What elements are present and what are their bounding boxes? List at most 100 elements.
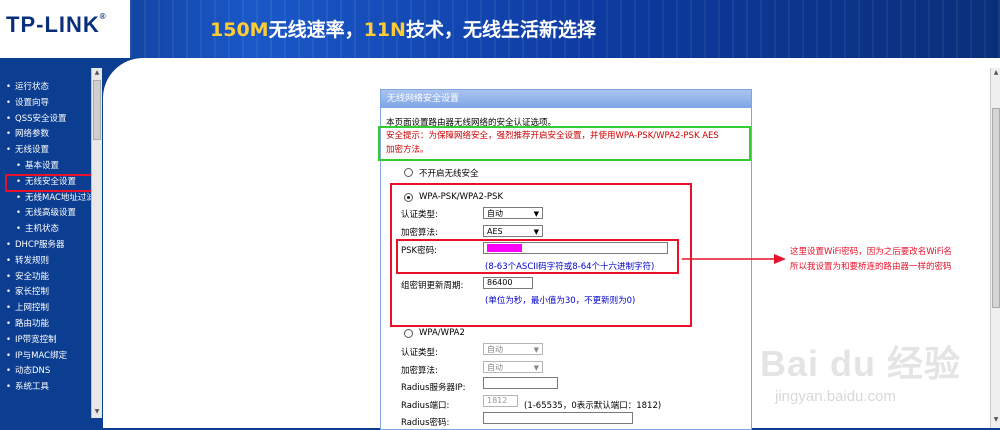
- sidebar-item-label: 无线安全设置: [25, 176, 77, 187]
- sidebar-item-label: 家长控制: [15, 287, 50, 298]
- radio-disable-security[interactable]: [404, 168, 413, 177]
- encryption-2-select[interactable]: 自动 ▼: [483, 361, 543, 373]
- scroll-down-arrow-icon[interactable]: ▼: [93, 408, 101, 416]
- panel-title: 无线网络安全设置: [381, 90, 751, 108]
- sidebar-item-16[interactable]: • IP带宽控制: [6, 333, 94, 349]
- baidu-watermark-url: jingyan.baidu.com: [775, 388, 896, 405]
- sidebar-item-12[interactable]: • 安全功能: [6, 270, 94, 286]
- bullet-icon: •: [6, 82, 12, 92]
- sidebar-item-label: 动态DNS: [15, 366, 51, 377]
- radio-wpa-wpa2[interactable]: [404, 329, 413, 338]
- sidebar-item-label: 上网控制: [15, 303, 50, 314]
- sidebar-item-4[interactable]: • 无线设置: [6, 143, 94, 159]
- baidu-watermark: Bai du 经验: [760, 343, 962, 384]
- auth-type-2-value: 自动: [487, 345, 503, 354]
- sidebar-item-label: 无线MAC地址过滤: [25, 192, 94, 203]
- bullet-icon: •: [6, 366, 12, 377]
- annotation-arrow-icon: [682, 254, 786, 264]
- bullet-icon: •: [16, 176, 22, 187]
- radius-password-input[interactable]: [483, 412, 633, 424]
- sidebar-item-17[interactable]: • IP与MAC绑定: [6, 349, 94, 365]
- radio-wpa-wpa2-label: WPA/WPA2: [419, 328, 465, 338]
- annotation-line-2: 所以我设置为和要桥连的路由器一样的密码: [790, 262, 952, 272]
- sidebar-item-6[interactable]: • 无线安全设置: [5, 173, 95, 192]
- sidebar-item-1[interactable]: • 设置向导: [6, 96, 94, 112]
- bullet-icon: •: [16, 192, 22, 203]
- encryption-2-value: 自动: [487, 363, 503, 372]
- slogan-text-1: 无线速率，: [268, 19, 364, 41]
- scroll-up-arrow-icon[interactable]: ▲: [93, 69, 101, 77]
- sidebar-item-label: 路由功能: [15, 318, 50, 329]
- sidebar-item-13[interactable]: • 家长控制: [6, 285, 94, 301]
- auth-type-2-label: 认证类型:: [401, 348, 438, 358]
- radio-disable-label: 不开启无线安全: [419, 169, 479, 179]
- sidebar-item-label: 无线设置: [15, 145, 50, 156]
- sidebar-item-7[interactable]: • 无线MAC地址过滤: [6, 191, 94, 207]
- bullet-icon: •: [16, 224, 22, 235]
- bullet-icon: •: [6, 271, 12, 282]
- sidebar-item-18[interactable]: • 动态DNS: [6, 364, 94, 380]
- sidebar-item-10[interactable]: • DHCP服务器: [6, 238, 94, 254]
- sidebar-item-label: QSS安全设置: [15, 113, 67, 124]
- radius-port-label: Radius端口:: [401, 401, 450, 411]
- bullet-icon: •: [6, 334, 12, 345]
- logo-area: TP-LINK®: [0, 0, 130, 58]
- sidebar-item-9[interactable]: • 主机状态: [6, 222, 94, 238]
- bullet-icon: •: [16, 160, 22, 171]
- bullet-icon: •: [6, 239, 12, 250]
- psk-password-highlight-box: [396, 239, 679, 274]
- sidebar-scroll-thumb[interactable]: [93, 80, 101, 140]
- bullet-icon: •: [6, 318, 12, 329]
- logo-text: TP-LINK: [6, 12, 100, 37]
- annotation-line-1: 这里设置WiFi密码，因为之后要改名WiFi名: [790, 247, 952, 257]
- top-banner: TP-LINK® 150M无线速率，11N技术，无线生活新选择: [0, 0, 1000, 58]
- sidebar-item-label: 安全功能: [15, 271, 50, 282]
- radius-port-value: 1812: [487, 396, 508, 405]
- sidebar-item-0[interactable]: • 运行状态: [6, 80, 94, 96]
- sidebar-item-8[interactable]: • 无线高级设置: [6, 206, 94, 222]
- chevron-down-icon: ▼: [533, 364, 539, 372]
- tp-link-logo: TP-LINK®: [6, 12, 107, 38]
- bullet-icon: •: [6, 255, 12, 266]
- sidebar-item-5[interactable]: • 基本设置: [6, 159, 94, 175]
- sidebar-item-label: 转发规则: [15, 255, 50, 266]
- sidebar-item-15[interactable]: • 路由功能: [6, 317, 94, 333]
- bullet-icon: •: [6, 350, 12, 361]
- sidebar-item-label: 主机状态: [25, 224, 60, 235]
- slogan-text-2: 技术，无线生活新选择: [405, 19, 596, 41]
- sidebar-item-3[interactable]: • 网络参数: [6, 127, 94, 143]
- radius-port-input[interactable]: 1812: [483, 395, 518, 407]
- main-scrollbar[interactable]: ▲ ▼: [990, 68, 1000, 428]
- sidebar-item-label: 设置向导: [15, 97, 50, 108]
- bullet-icon: •: [6, 287, 12, 298]
- sidebar-item-label: 无线高级设置: [25, 208, 77, 219]
- auth-type-2-select[interactable]: 自动 ▼: [483, 343, 543, 355]
- sidebar-item-11[interactable]: • 转发规则: [6, 254, 94, 270]
- sidebar-scrollbar[interactable]: ▲ ▼: [91, 68, 102, 418]
- radius-port-hint: (1-65535，0表示默认端口：1812): [524, 401, 662, 411]
- bullet-icon: •: [6, 113, 12, 124]
- bullet-icon: •: [6, 97, 12, 108]
- main-scroll-up-arrow-icon[interactable]: ▲: [992, 69, 1000, 76]
- logo-registered-mark: ®: [99, 12, 107, 21]
- sidebar-item-label: 运行状态: [15, 82, 50, 92]
- bullet-icon: •: [6, 145, 12, 156]
- bullet-icon: •: [6, 303, 12, 314]
- main-scroll-down-arrow-icon[interactable]: ▼: [992, 416, 1000, 423]
- bullet-icon: •: [6, 382, 12, 393]
- banner-slogan: 150M无线速率，11N技术，无线生活新选择: [210, 15, 596, 42]
- sidebar: • 运行状态 • 设置向导 • QSS安全设置 • 网络参数 • 无线设置 • 基本设置 • 无线安全设置…: [0, 68, 103, 428]
- slogan-11n: 11N: [363, 19, 406, 41]
- radius-password-label: Radius密码:: [401, 418, 450, 428]
- bullet-icon: •: [16, 208, 22, 219]
- sidebar-item-label: 基本设置: [25, 160, 60, 171]
- sidebar-item-label: DHCP服务器: [15, 239, 65, 250]
- radius-server-ip-input[interactable]: [483, 377, 558, 389]
- main-scroll-thumb[interactable]: [992, 108, 1000, 308]
- sidebar-item-2[interactable]: • QSS安全设置: [6, 112, 94, 128]
- security-tip-highlight-box: [378, 126, 751, 161]
- sidebar-item-label: 系统工具: [15, 382, 50, 393]
- encryption-2-label: 加密算法:: [401, 366, 438, 376]
- sidebar-item-19[interactable]: • 系统工具: [6, 380, 94, 396]
- sidebar-item-14[interactable]: • 上网控制: [6, 301, 94, 317]
